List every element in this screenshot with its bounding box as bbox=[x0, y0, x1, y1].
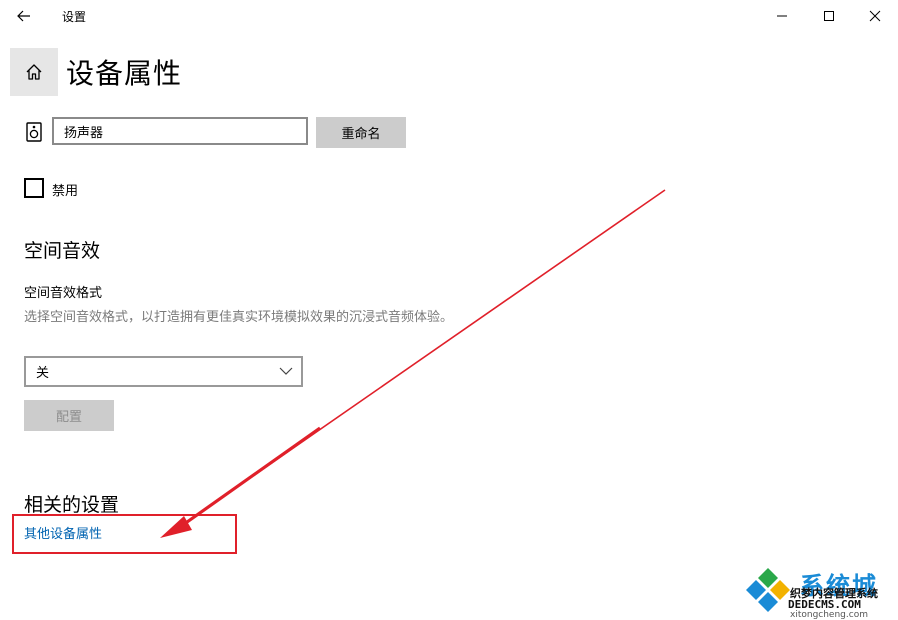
device-name-input[interactable] bbox=[52, 117, 308, 145]
close-button[interactable] bbox=[852, 0, 898, 32]
configure-button[interactable]: 配置 bbox=[24, 400, 114, 431]
maximize-button[interactable] bbox=[806, 0, 852, 32]
annotation-highlight-box bbox=[12, 514, 237, 554]
disable-checkbox[interactable] bbox=[24, 178, 44, 198]
title-bar: 设置 bbox=[0, 0, 898, 32]
minimize-icon bbox=[777, 15, 787, 17]
speaker-icon bbox=[26, 122, 42, 142]
spatial-sound-heading: 空间音效 bbox=[24, 240, 101, 262]
home-button[interactable] bbox=[10, 48, 58, 96]
watermark-logo-icon bbox=[746, 568, 790, 612]
spatial-format-selected: 关 bbox=[36, 366, 50, 381]
minimize-button[interactable] bbox=[759, 0, 805, 32]
disable-label: 禁用 bbox=[52, 184, 79, 199]
spatial-format-label: 空间音效格式 bbox=[24, 286, 103, 301]
chevron-down-icon bbox=[279, 367, 293, 375]
related-settings-heading: 相关的设置 bbox=[24, 494, 120, 516]
maximize-icon bbox=[824, 11, 834, 21]
home-icon bbox=[26, 64, 42, 80]
back-button[interactable] bbox=[8, 4, 40, 28]
close-icon bbox=[869, 10, 881, 22]
rename-button[interactable]: 重命名 bbox=[316, 117, 406, 148]
page-title: 设备属性 bbox=[66, 57, 183, 90]
arrow-left-icon bbox=[17, 10, 30, 22]
window-title: 设置 bbox=[62, 10, 87, 24]
spatial-format-description: 选择空间音效格式，以打造拥有更佳真实环境模拟效果的沉浸式音频体验。 bbox=[24, 310, 454, 325]
watermark-subtext: xitongcheng.com bbox=[790, 610, 868, 620]
spatial-format-select[interactable]: 关 bbox=[24, 356, 303, 387]
